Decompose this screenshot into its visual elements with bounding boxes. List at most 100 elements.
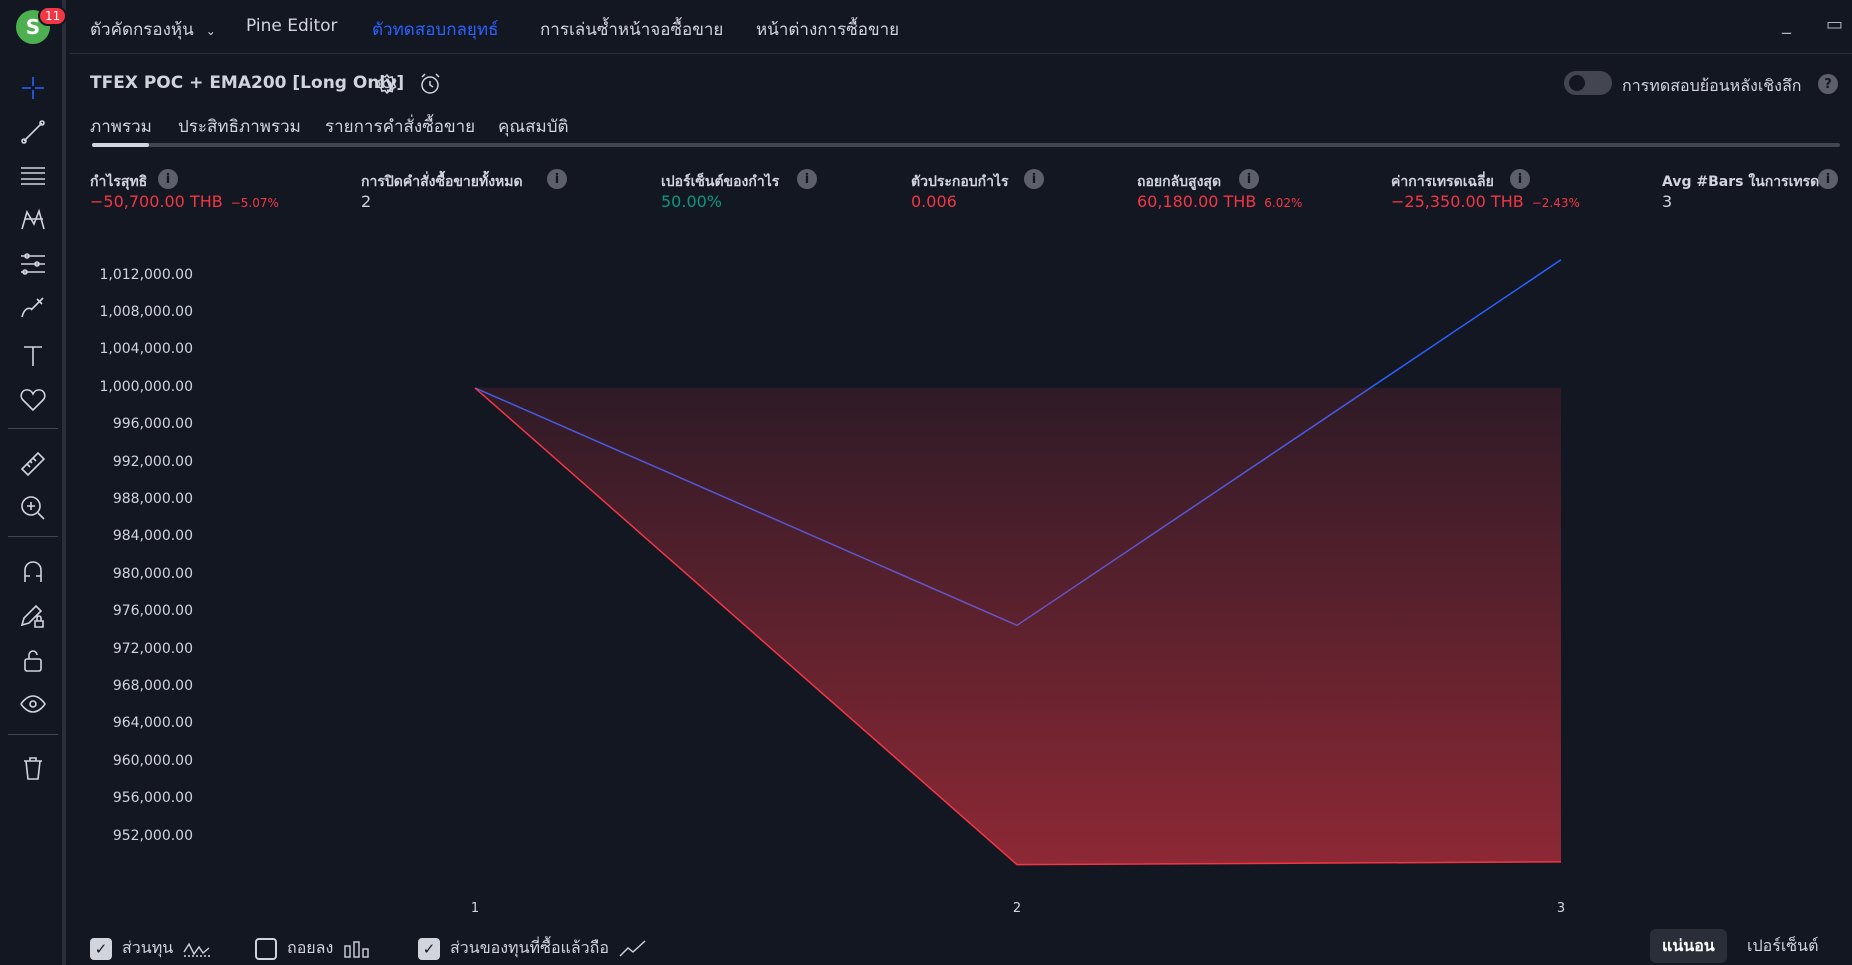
favorites-tool[interactable] — [13, 380, 53, 420]
minimize-icon[interactable]: _ — [1782, 14, 1791, 35]
heart-icon — [20, 389, 46, 412]
metric-percent: −5.07% — [230, 196, 279, 210]
crosshair-tool[interactable] — [13, 68, 53, 108]
unlock-icon — [24, 650, 42, 672]
help-icon[interactable]: ? — [1818, 74, 1838, 94]
x-tick-label: 1 — [470, 901, 480, 916]
remove-drawings-tool[interactable] — [13, 748, 53, 788]
nav-trading-panel[interactable]: หน้าต่างการซื้อขาย — [756, 16, 899, 43]
visibility-tool[interactable] — [13, 684, 53, 724]
measure-tool[interactable] — [13, 444, 53, 484]
equity-area-fill — [475, 387, 1561, 865]
strategy-title: TFEX POC + EMA200 [Long Only] — [90, 73, 405, 93]
toolbar-divider — [8, 536, 58, 537]
top-nav: ตัวคัดกรองหุ้น ⌄ Pine Editor ตัวทดสอบกลยุ… — [70, 0, 1852, 54]
metric-value: −50,700.00 THB −5.07% — [90, 192, 279, 211]
equity-chart[interactable]: 1,012,000.00 1,008,000.00 1,004,000.00 1,00… — [70, 230, 1852, 920]
buy-hold-icon — [619, 939, 647, 958]
tab-performance-summary[interactable]: ประสิทธิภาพรวม — [178, 113, 301, 140]
fib-tool[interactable] — [13, 156, 53, 196]
legend-drawdown[interactable]: ถอยลง — [255, 936, 371, 961]
app-root: S 11 ตัวคัดกรองหุ้น ⌄ Pine Editor ตัวทดส… — [0, 0, 1852, 965]
nav-replay-trading[interactable]: การเล่นซ้ำหน้าจอซื้อขาย — [540, 16, 723, 43]
metric-value: 2 — [361, 192, 371, 211]
pattern-icon — [21, 208, 45, 230]
info-icon[interactable]: i — [1510, 169, 1530, 189]
info-icon[interactable]: i — [547, 169, 567, 189]
trend-line-tool[interactable] — [13, 112, 53, 152]
nav-pine-editor[interactable]: Pine Editor — [246, 16, 338, 36]
lock-all-tool[interactable] — [13, 640, 53, 680]
metric-percent: −2.43% — [1531, 196, 1580, 210]
equity-icon — [183, 940, 211, 958]
tab-list-of-trades[interactable]: รายการคำสั่งซื้อขาย — [325, 113, 475, 140]
metric-value: 60,180.00 THB 6.02% — [1137, 192, 1302, 211]
magnet-icon — [24, 561, 42, 582]
metric-label: ค่าการเทรดเฉลี่ย — [1391, 174, 1494, 190]
settings-button[interactable] — [374, 71, 400, 97]
metric-percent: 6.02% — [1264, 196, 1303, 210]
metric-value: 50.00% — [661, 192, 722, 211]
nav-strategy-tester[interactable]: ตัวทดสอบกลยุทธ์ — [372, 16, 498, 43]
mode-percent-button[interactable]: เปอร์เซ็นต์ — [1735, 929, 1830, 963]
forecast-tool[interactable] — [13, 244, 53, 284]
legend-label: ส่วนของทุนที่ซื้อแล้วถือ — [450, 938, 609, 957]
maximize-panel-icon[interactable]: ▭ — [1826, 14, 1843, 35]
tabs-scrollbar-track[interactable] — [92, 143, 1840, 147]
brush-icon — [21, 297, 44, 318]
lock-drawings-tool[interactable] — [13, 596, 53, 636]
metric-label: กำไรสุทธิ — [90, 174, 148, 190]
add-alert-button[interactable] — [418, 71, 444, 97]
nav-label: ตัวคัดกรองหุ้น — [90, 20, 194, 40]
tab-properties[interactable]: คุณสมบัติ — [498, 113, 569, 140]
metric-value-text: −25,350.00 THB — [1391, 192, 1524, 211]
x-tick-label: 3 — [1556, 901, 1566, 916]
notification-badge: 11 — [38, 6, 68, 26]
metric-label: เปอร์เซ็นต์ของกำไร — [661, 174, 780, 190]
nav-stock-screener[interactable]: ตัวคัดกรองหุ้น ⌄ — [90, 16, 216, 43]
metric-label: ถอยกลับสูงสุด — [1137, 174, 1222, 190]
metric-value-text: 0.006 — [911, 192, 957, 211]
zoom-tool[interactable] — [13, 488, 53, 528]
chevron-down-icon: ⌄ — [205, 24, 216, 38]
info-icon[interactable]: i — [1239, 169, 1259, 189]
legend-label: ส่วนทุน — [122, 938, 174, 957]
checkmark-icon: ✓ — [94, 939, 108, 958]
drawdown-checkbox[interactable] — [255, 937, 277, 960]
toolbar-divider — [8, 734, 58, 735]
left-toolbar: S 11 — [0, 0, 68, 965]
trend-line-icon — [21, 120, 45, 144]
ruler-icon — [20, 451, 46, 477]
tab-overview[interactable]: ภาพรวม — [90, 113, 152, 140]
legend-equity[interactable]: ✓ ส่วนทุน — [90, 936, 211, 961]
metric-value: 0.006 — [911, 192, 957, 211]
eye-icon — [20, 695, 46, 713]
buy-hold-checkbox[interactable]: ✓ — [418, 937, 440, 960]
legend-label: ถอยลง — [287, 938, 334, 957]
x-tick-label: 2 — [1012, 901, 1022, 916]
info-icon[interactable]: i — [1024, 169, 1044, 189]
horizontal-lines-icon — [21, 167, 45, 185]
metric-value-text: 3 — [1662, 192, 1673, 211]
legend-buy-hold[interactable]: ✓ ส่วนของทุนที่ซื้อแล้วถือ — [418, 936, 647, 961]
pattern-tool[interactable] — [13, 200, 53, 240]
drawdown-icon — [343, 940, 371, 958]
info-icon[interactable]: i — [158, 169, 178, 189]
info-icon[interactable]: i — [797, 169, 817, 189]
info-icon[interactable]: i — [1818, 169, 1838, 189]
metric-value-text: 50.00% — [661, 192, 723, 211]
gear-icon — [377, 73, 397, 95]
mode-absolute-button[interactable]: แน่นอน — [1650, 929, 1727, 963]
crosshair-icon — [22, 77, 44, 99]
text-tool[interactable] — [13, 336, 53, 376]
checkmark-icon: ✓ — [422, 939, 436, 958]
metric-label: การปิดคำสั่งซื้อขายทั้งหมด — [361, 174, 523, 190]
magnet-tool[interactable] — [13, 552, 53, 592]
text-icon — [24, 346, 42, 366]
deep-backtest-toggle[interactable] — [1564, 71, 1612, 95]
metric-value-text: −50,700.00 THB — [90, 192, 223, 211]
pencil-lock-icon — [20, 604, 44, 628]
toolbar-divider — [8, 428, 58, 429]
equity-checkbox[interactable]: ✓ — [90, 937, 112, 960]
brush-tool[interactable] — [13, 288, 53, 328]
